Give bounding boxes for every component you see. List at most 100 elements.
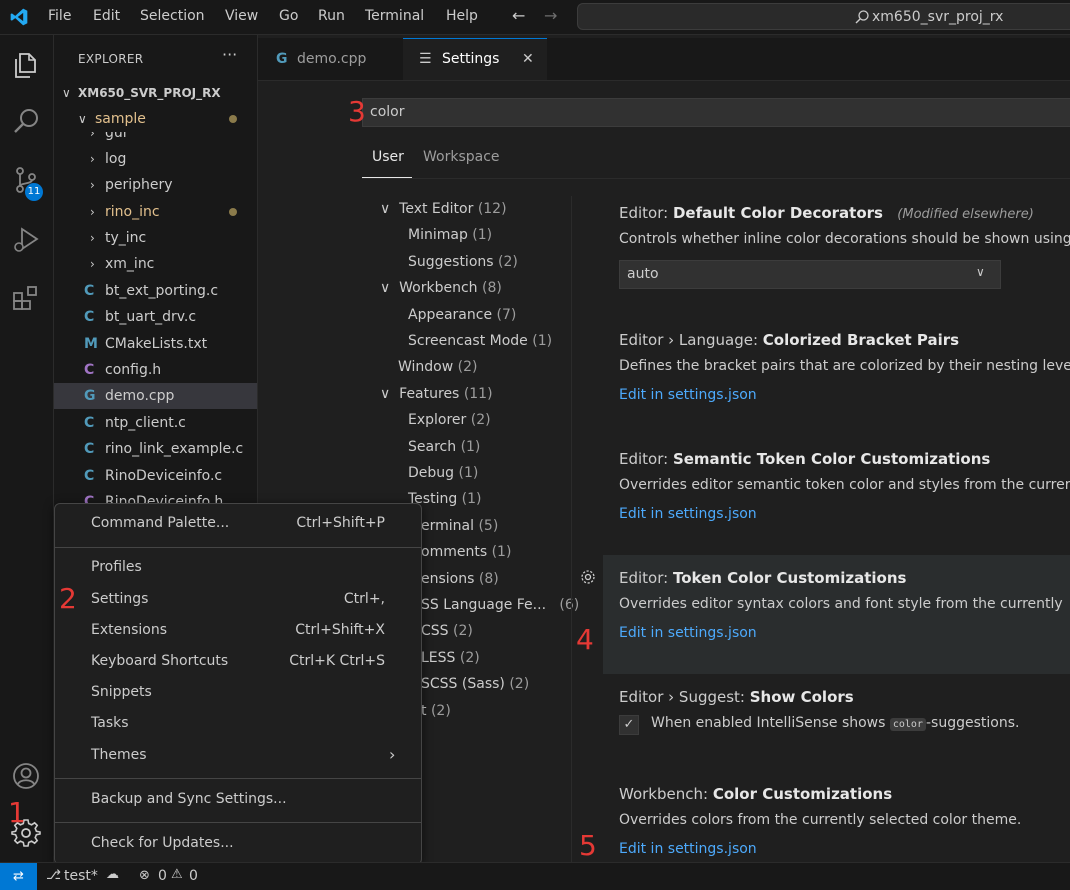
status-bar: ⇄ ⎇ test* ☁ ⊗ 0 ⚠ 0 — [0, 862, 1070, 890]
folder-sample[interactable]: ∨ sample — [54, 106, 257, 132]
tree-folder[interactable]: › gui — [54, 132, 257, 146]
toc-search[interactable]: Search (1) — [408, 439, 480, 455]
setting-default-color-decorators: Editor: Default Color Decorators (Modifi… — [619, 204, 1070, 289]
more-actions-icon[interactable]: ··· — [222, 45, 237, 64]
toc-comments[interactable]: omments (1) — [421, 544, 511, 560]
modified-dot — [229, 208, 237, 216]
error-count[interactable]: 0 — [158, 868, 167, 884]
menu-item-themes[interactable]: Themes — [91, 747, 147, 763]
tab-settings[interactable]: ☰ Settings ✕ — [403, 38, 547, 80]
menu-item-snippets[interactable]: Snippets — [91, 684, 152, 700]
toc-count: (2) — [498, 254, 518, 270]
search-view-icon[interactable] — [11, 106, 41, 136]
toc-label: Minimap — [408, 227, 468, 243]
menu-item-keyboard-shortcuts[interactable]: Keyboard Shortcuts — [91, 653, 228, 669]
warning-count[interactable]: 0 — [189, 868, 198, 884]
run-debug-icon[interactable] — [11, 225, 41, 255]
toc-terminal[interactable]: erminal (5) — [421, 518, 498, 534]
toc-label: Explorer — [408, 412, 467, 428]
tree-file[interactable]: Crino_link_example.c — [54, 436, 257, 462]
setting-title: Editor: Semantic Token Color Customizati… — [619, 450, 991, 468]
toc-count: (8) — [482, 280, 502, 296]
manage-menu: Command Palette... Ctrl+Shift+P Profiles… — [54, 503, 422, 865]
toc-css-language-features[interactable]: SS Language Fe... (6) — [421, 597, 579, 613]
remote-indicator-icon[interactable]: ⇄ — [0, 863, 37, 890]
menu-edit[interactable]: Edit — [93, 8, 120, 24]
back-arrow-icon[interactable]: ← — [512, 6, 525, 25]
cmake-file-icon: M — [84, 336, 98, 352]
tree-file[interactable]: C RinoDeviceinfo.c — [54, 463, 257, 489]
toc-debug[interactable]: Debug (1) — [408, 465, 478, 481]
toc-extensions[interactable]: ensions (8) — [421, 571, 499, 587]
tree-folder[interactable]: › xm_inc — [54, 251, 257, 277]
toc-suggestions[interactable]: Suggestions (2) — [408, 254, 518, 270]
tree-folder[interactable]: › ty_inc — [54, 225, 257, 251]
tree-file-selected[interactable]: Gdemo.cpp — [54, 383, 257, 409]
tab-demo-cpp[interactable]: G demo.cpp — [258, 38, 402, 80]
menu-item-settings[interactable]: Settings — [91, 591, 148, 607]
tree-folder[interactable]: › log — [54, 146, 257, 172]
tab-user[interactable]: User — [372, 149, 404, 165]
c-file-icon: C — [84, 441, 95, 457]
tree-file[interactable]: M CMakeLists.txt — [54, 331, 257, 357]
toc-label: CSS — [421, 623, 449, 639]
toc-scss[interactable]: SCSS (Sass) (2) — [421, 676, 529, 692]
toc-label: LESS — [421, 650, 456, 666]
toc-window[interactable]: Window (2) — [398, 359, 478, 375]
menu-item-command-palette[interactable]: Command Palette... — [91, 515, 229, 531]
toc-label: SS Language Fe... — [421, 597, 547, 613]
tree-folder[interactable]: › rino_inc — [54, 199, 257, 225]
menu-item-check-updates[interactable]: Check for Updates... — [91, 835, 234, 851]
toc-appearance[interactable]: Appearance (7) — [408, 307, 516, 323]
accounts-icon[interactable] — [11, 761, 41, 791]
annotation-1: 1 — [8, 796, 26, 829]
branch-name[interactable]: test* — [64, 868, 98, 884]
tab-workspace[interactable]: Workspace — [423, 149, 500, 165]
project-root[interactable]: ∨ XM650_SVR_PROJ_RX — [54, 80, 257, 106]
toc-features[interactable]: ∨ Features (11) — [380, 386, 493, 402]
menu-help[interactable]: Help — [446, 8, 478, 24]
tree-folder[interactable]: › periphery — [54, 172, 257, 198]
decorators-select[interactable]: auto ∨ — [619, 260, 1001, 289]
tree-label: gui — [105, 132, 127, 141]
sync-cloud-icon[interactable]: ☁ — [106, 867, 119, 882]
edit-in-settings-json-link[interactable]: Edit in settings.json — [619, 625, 1070, 641]
edit-in-settings-json-link[interactable]: Edit in settings.json — [619, 841, 1070, 857]
menu-separator — [55, 547, 421, 548]
close-tab-icon[interactable]: ✕ — [522, 38, 534, 80]
tree-file[interactable]: Cbt_uart_drv.c — [54, 304, 257, 330]
menu-terminal[interactable]: Terminal — [365, 8, 424, 24]
menu-item-tasks[interactable]: Tasks — [91, 715, 129, 731]
menu-item-extensions[interactable]: Extensions — [91, 622, 167, 638]
toc-workbench[interactable]: ∨ Workbench (8) — [380, 280, 502, 296]
edit-in-settings-json-link[interactable]: Edit in settings.json — [619, 387, 1070, 403]
toc-git[interactable]: t (2) — [421, 703, 451, 719]
show-colors-checkbox[interactable]: ✓ — [619, 715, 639, 735]
toc-less[interactable]: LESS (2) — [421, 650, 480, 666]
toc-explorer[interactable]: Explorer (2) — [408, 412, 491, 428]
tree-file[interactable]: Cconfig.h — [54, 357, 257, 383]
menu-go[interactable]: Go — [279, 8, 298, 24]
menu-run[interactable]: Run — [318, 8, 345, 24]
forward-arrow-icon[interactable]: → — [544, 6, 557, 25]
setting-gear-icon[interactable] — [579, 568, 597, 586]
toc-text-editor[interactable]: ∨ Text Editor (12) — [380, 201, 507, 217]
explorer-files-icon[interactable] — [11, 50, 41, 80]
toc-css[interactable]: CSS (2) — [421, 623, 473, 639]
edit-in-settings-json-link[interactable]: Edit in settings.json — [619, 506, 1070, 522]
toc-minimap[interactable]: Minimap (1) — [408, 227, 492, 243]
chevron-down-icon: ∨ — [976, 265, 985, 279]
menu-file[interactable]: File — [48, 8, 71, 24]
setting-description: Overrides editor syntax colors and font … — [619, 596, 1063, 612]
menu-item-profiles[interactable]: Profiles — [91, 559, 142, 575]
extensions-icon[interactable] — [11, 283, 41, 313]
menu-selection[interactable]: Selection — [140, 8, 205, 24]
toc-screencast-mode[interactable]: Screencast Mode (1) — [408, 333, 552, 349]
menu-view[interactable]: View — [225, 8, 258, 24]
settings-search-input[interactable]: color — [362, 98, 1070, 127]
menu-item-backup-sync[interactable]: Backup and Sync Settings... — [91, 791, 287, 807]
tree-file[interactable]: Cbt_ext_porting.c — [54, 278, 257, 304]
command-center-search[interactable]: xm650_svr_proj_rx — [577, 3, 1070, 30]
project-name: XM650_SVR_PROJ_RX — [78, 86, 221, 100]
tree-file[interactable]: Cntp_client.c — [54, 410, 257, 436]
